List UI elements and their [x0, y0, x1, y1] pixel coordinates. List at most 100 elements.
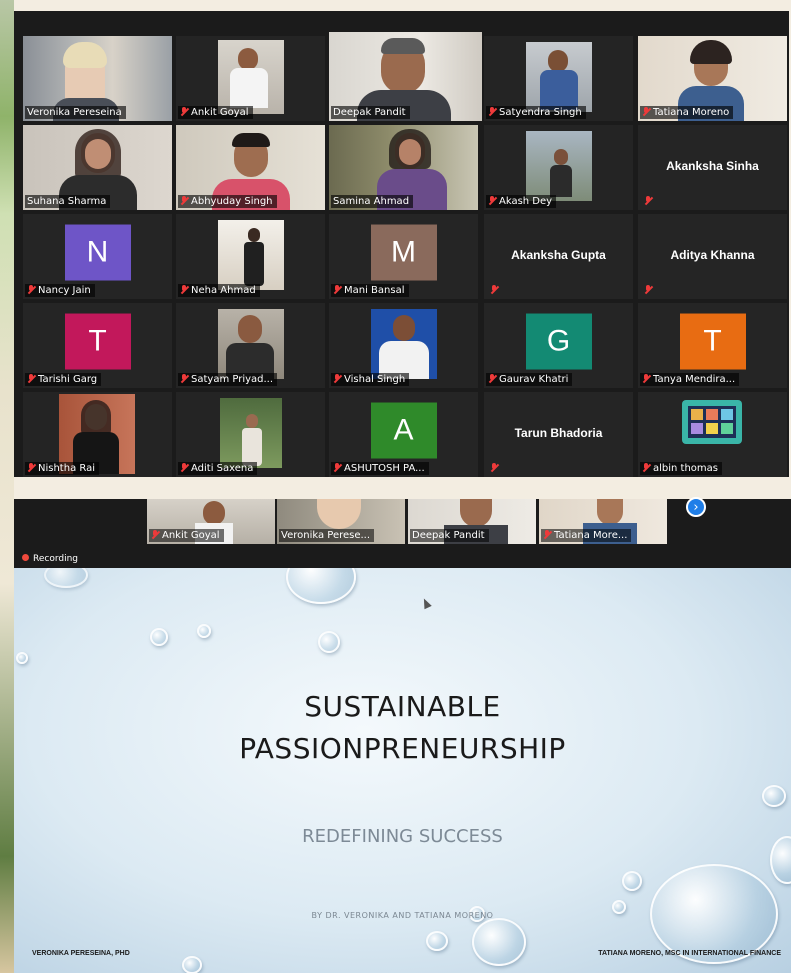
participant-name: Abhyuday Singh [178, 195, 277, 208]
participant-tile[interactable]: Vishal Singh [329, 303, 478, 388]
participant-name: Vishal Singh [331, 373, 410, 386]
mic-muted-icon [333, 285, 341, 294]
mic-muted-icon [642, 107, 650, 116]
strip-participant-tile-active[interactable]: Veronika Perese... [277, 499, 405, 544]
mic-muted-icon [642, 374, 650, 383]
mic-muted-icon [180, 285, 188, 294]
participant-name: Veronika Perese... [279, 529, 375, 542]
participant-tile[interactable]: Abhyuday Singh [176, 125, 325, 210]
avatar: A [370, 402, 437, 459]
participant-tile[interactable]: albin thomas [638, 392, 787, 477]
video-conference-icon [682, 400, 742, 444]
participant-name: Neha Ahmad [178, 284, 260, 297]
mic-muted-icon [180, 463, 188, 472]
participant-tile[interactable]: Satyam Priyad... [176, 303, 325, 388]
mic-muted-icon [180, 107, 188, 116]
participant-name: Akanksha Sinha [666, 159, 759, 173]
participant-tile[interactable]: T Tanya Mendira... [638, 303, 787, 388]
participant-tile[interactable]: Neha Ahmad [176, 214, 325, 299]
recording-indicator: Recording [22, 554, 78, 564]
participant-tile-no-video[interactable]: Akanksha Gupta [484, 214, 633, 299]
participant-tile[interactable]: Samina Ahmad [329, 125, 478, 210]
recording-dot-icon [22, 554, 29, 561]
slide-title: SUSTAINABLE PASSIONPRENEURSHIP [239, 690, 566, 765]
mic-muted-icon [333, 463, 341, 472]
participant-name: Satyendra Singh [486, 106, 586, 119]
participant-name: Samina Ahmad [331, 195, 414, 208]
participant-name: Suhana Sharma [25, 195, 111, 208]
participant-tile[interactable]: T Tarishi Garg [23, 303, 172, 388]
slide-byline: BY DR. VERONIKA AND TATIANA MORENO [311, 911, 494, 920]
avatar: T [679, 313, 746, 370]
participant-name: Tarishi Garg [25, 373, 102, 386]
participant-tile[interactable]: M Mani Bansal [329, 214, 478, 299]
mic-muted-icon [490, 463, 498, 472]
participant-name: Tatiana Moreno [640, 106, 734, 119]
water-drop [622, 871, 642, 891]
participant-tile[interactable]: N Nancy Jain [23, 214, 172, 299]
presentation-slide: SUSTAINABLE PASSIONPRENEURSHIP REDEFININ… [14, 568, 791, 973]
participant-name: ASHUTOSH PA... [331, 462, 429, 475]
mic-muted-icon [151, 530, 159, 539]
participant-tile-no-video[interactable]: Aditya Khanna [638, 214, 787, 299]
strip-participant-tile[interactable]: Tatiana More... [539, 499, 667, 544]
avatar: N [64, 224, 131, 281]
next-page-button[interactable]: › [686, 497, 706, 517]
gallery-view: Veronika Pereseina Ankit Goyal Deepak Pa… [14, 11, 789, 477]
participant-tile[interactable]: A ASHUTOSH PA... [329, 392, 478, 477]
avatar: T [64, 313, 131, 370]
mic-muted-icon [488, 196, 496, 205]
mic-muted-icon [490, 285, 498, 294]
participant-name: Aditi Saxena [178, 462, 258, 475]
participant-name: Deepak Pandit [331, 106, 410, 119]
water-drop [762, 785, 786, 807]
participant-name: Gaurav Khatri [486, 373, 573, 386]
mic-muted-icon [644, 196, 652, 205]
participant-name: Deepak Pandit [410, 529, 489, 542]
mic-muted-icon [27, 285, 35, 294]
participant-name: albin thomas [640, 462, 723, 475]
water-drop [426, 931, 448, 951]
mic-muted-icon [488, 107, 496, 116]
water-drop [182, 956, 202, 973]
strip-participant-tile[interactable]: Ankit Goyal [147, 499, 275, 544]
mouse-cursor-icon [420, 596, 432, 610]
mic-muted-icon [488, 374, 496, 383]
participant-name: Ankit Goyal [178, 106, 253, 119]
participant-tile-no-video[interactable]: Tarun Bhadoria [484, 392, 633, 477]
strip-participant-tile[interactable]: Deepak Pandit [408, 499, 536, 544]
mic-muted-icon [27, 374, 35, 383]
participant-name: Nishtha Rai [25, 462, 100, 475]
mic-muted-icon [180, 196, 188, 205]
participant-name: Akash Dey [486, 195, 557, 208]
participant-name: Satyam Priyad... [178, 373, 278, 386]
mic-muted-icon [543, 530, 551, 539]
mic-muted-icon [644, 285, 652, 294]
slide-footer-right: TATIANA MORENO, MSC IN INTERNATIONAL FIN… [598, 950, 781, 957]
participant-name: Veronika Pereseina [25, 106, 126, 119]
mic-muted-icon [27, 463, 35, 472]
participant-tile[interactable]: Akash Dey [484, 125, 633, 210]
participant-name: Tanya Mendira... [640, 373, 740, 386]
participant-tile[interactable]: Nishtha Rai [23, 392, 172, 477]
participant-tile[interactable]: G Gaurav Khatri [484, 303, 633, 388]
participant-tile[interactable]: Aditi Saxena [176, 392, 325, 477]
water-drop [197, 624, 211, 638]
participant-name: Nancy Jain [25, 284, 95, 297]
mic-muted-icon [333, 374, 341, 383]
screen-share-view: Ankit Goyal Veronika Perese... Deepak Pa… [14, 497, 791, 973]
slide-footer-left: VERONIKA PERESEINA, PHD [32, 950, 130, 957]
participant-tile[interactable]: Veronika Pereseina [23, 36, 172, 121]
participant-tile-no-video[interactable]: Akanksha Sinha [638, 125, 787, 210]
participant-tile[interactable]: Ankit Goyal [176, 36, 325, 121]
chevron-right-icon: › [693, 499, 699, 515]
participant-tile-active-speaker[interactable]: Deepak Pandit [329, 32, 482, 121]
mic-muted-icon [180, 374, 188, 383]
participant-tile[interactable]: Tatiana Moreno [638, 36, 787, 121]
participant-tile[interactable]: Suhana Sharma [23, 125, 172, 210]
avatar: G [525, 313, 592, 370]
slide-subtitle: REDEFINING SUCCESS [302, 826, 503, 847]
water-drop [318, 631, 340, 653]
participant-name: Mani Bansal [331, 284, 409, 297]
participant-tile[interactable]: Satyendra Singh [484, 36, 633, 121]
